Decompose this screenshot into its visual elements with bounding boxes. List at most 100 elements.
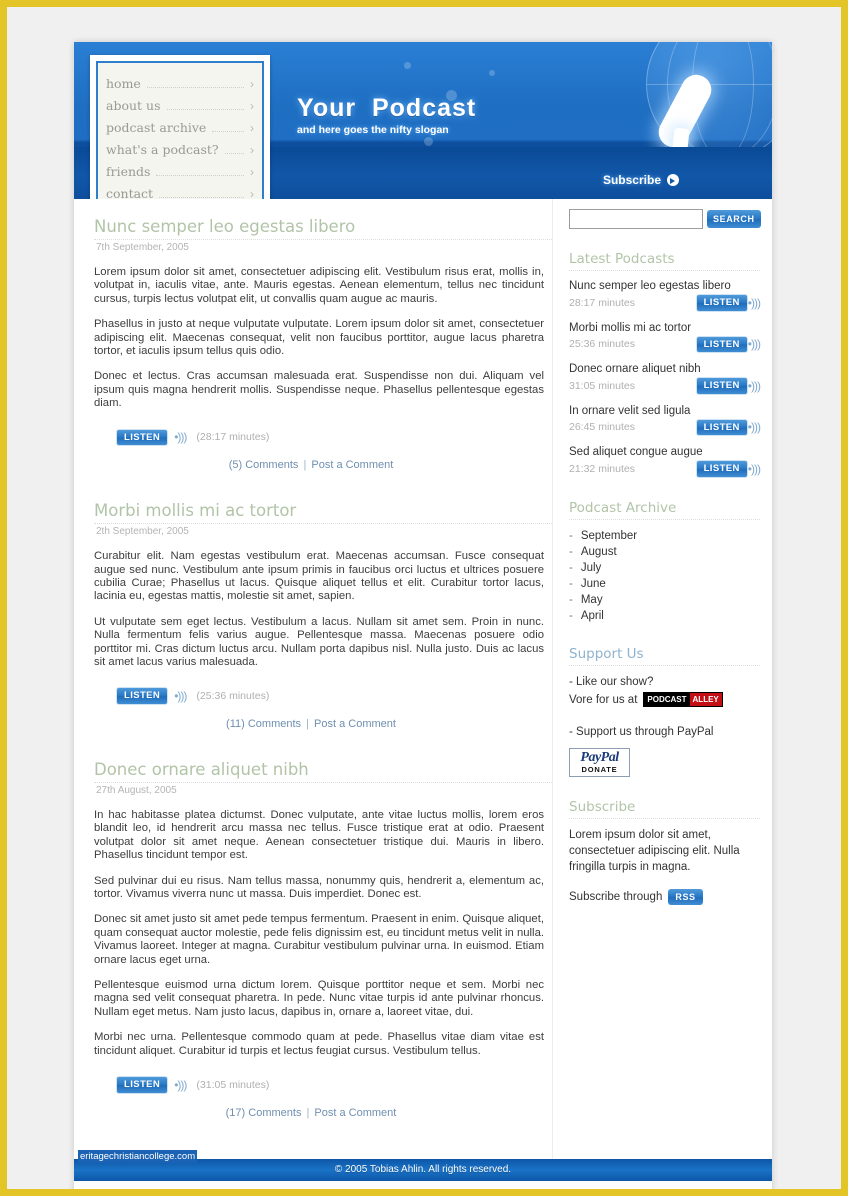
nav-label: contact — [106, 185, 154, 200]
listen-button[interactable]: LISTEN — [695, 294, 748, 312]
podcast-alley-badge-right: ALLEY — [689, 693, 722, 706]
latest-podcast-item: Nunc semper leo egestas libero 28:17 min… — [569, 279, 761, 312]
comments-count-link[interactable]: (11) Comments — [226, 718, 301, 730]
latest-podcast-title[interactable]: Morbi mollis mi ac tortor — [569, 321, 760, 335]
list-dash: - — [569, 593, 573, 606]
latest-podcast-duration: 31:05 minutes — [569, 379, 635, 392]
search-button[interactable]: SEARCH — [707, 210, 761, 228]
subscribe-header-link[interactable]: Subscribe — [603, 173, 679, 187]
search-form: SEARCH — [569, 209, 761, 229]
chevron-right-icon: › — [250, 120, 254, 135]
comments-separator: | — [300, 459, 310, 472]
audio-waves-icon: •))) — [174, 689, 187, 704]
subscribe-rss-row: Subscribe through RSS — [569, 888, 760, 905]
post-comment-link[interactable]: Post a Comment — [314, 1107, 396, 1119]
comments-row: (5) Comments | Post a Comment — [94, 459, 552, 471]
post-article: Donec ornare aliquet nibh 27th August, 2… — [94, 760, 552, 1119]
list-dash: - — [569, 561, 573, 574]
latest-podcast-title[interactable]: Nunc semper leo egestas libero — [569, 279, 760, 293]
audio-waves-icon: •))) — [174, 1077, 187, 1092]
archive-label: July — [580, 561, 602, 574]
nav-item-about-us[interactable]: about us › — [106, 94, 254, 116]
site-slogan: and here goes the nifty slogan — [297, 124, 449, 136]
site-header: Your Podcast and here goes the nifty slo… — [74, 42, 772, 199]
post-comment-link[interactable]: Post a Comment — [314, 718, 396, 730]
listen-button[interactable]: LISTEN — [695, 460, 748, 478]
podcast-archive-heading: Podcast Archive — [569, 500, 760, 520]
sidebar: SEARCH Latest Podcasts Nunc semper leo e… — [552, 199, 772, 1159]
listen-button[interactable]: LISTEN — [116, 1076, 169, 1094]
nav-item-contact[interactable]: contact › — [106, 182, 254, 200]
page-content: Nunc semper leo egestas libero 7th Septe… — [74, 199, 772, 1159]
chevron-right-icon: › — [250, 186, 254, 200]
latest-podcast-title[interactable]: Sed aliquet congue augue — [569, 445, 760, 459]
latest-podcast-title[interactable]: Donec ornare aliquet nibh — [569, 362, 760, 376]
post-comment-link[interactable]: Post a Comment — [311, 459, 393, 471]
support-line-vote: Vore for us at — [569, 693, 638, 706]
list-dash: - — [569, 577, 573, 590]
post-paragraph: Morbi nec urna. Pellentesque commodo qua… — [94, 1031, 544, 1057]
archive-item-april[interactable]: - April — [569, 608, 760, 624]
nav-label: about us — [106, 97, 161, 113]
nav-item-whats-a-podcast[interactable]: what's a podcast? › — [106, 138, 254, 160]
nav-item-home[interactable]: home › — [106, 72, 254, 94]
search-input[interactable] — [569, 209, 703, 229]
footer-spacer — [74, 1180, 772, 1195]
nav-leader-dots — [159, 196, 244, 198]
header-bokeh-dot — [424, 137, 433, 146]
post-paragraph: Ut vulputate sem eget lectus. Vestibulum… — [94, 615, 544, 668]
list-dash: - — [569, 609, 573, 622]
comments-count-link[interactable]: (17) Comments — [226, 1107, 302, 1119]
listen-button[interactable]: LISTEN — [695, 377, 748, 395]
nav-leader-dots — [224, 152, 244, 154]
listen-button[interactable]: LISTEN — [695, 418, 748, 436]
chevron-right-icon: › — [250, 164, 254, 179]
list-dash: - — [569, 545, 573, 558]
post-paragraph: Pellentesque euismod urna dictum lorem. … — [94, 978, 544, 1018]
support-line-paypal: - Support us through PayPal — [569, 725, 714, 738]
podcast-alley-badge[interactable]: PODCAST ALLEY — [643, 692, 723, 707]
main-navigation: home › about us › podcast archive › what… — [90, 55, 270, 199]
latest-podcast-meta: 31:05 minutes LISTEN •))) — [569, 377, 761, 395]
listen-row: LISTEN •))) (28:17 minutes) — [116, 428, 552, 447]
post-date: 2th September, 2005 — [96, 526, 189, 538]
rss-button[interactable]: RSS — [668, 888, 703, 905]
archive-item-august[interactable]: - August — [569, 544, 760, 560]
latest-podcast-item: Donec ornare aliquet nibh 31:05 minutes … — [569, 362, 761, 395]
support-line-like: - Like our show? — [569, 675, 654, 688]
latest-podcast-meta: 21:32 minutes LISTEN •))) — [569, 460, 761, 478]
post-title[interactable]: Donec ornare aliquet nibh — [94, 760, 552, 783]
site-title: Your Podcast — [297, 94, 477, 122]
archive-item-july[interactable]: - July — [569, 560, 760, 576]
latest-podcast-duration: 26:45 minutes — [569, 421, 635, 434]
nav-item-podcast-archive[interactable]: podcast archive › — [106, 116, 254, 138]
paypal-donate-button[interactable]: PayPal DONATE — [569, 747, 630, 777]
nav-label: friends — [106, 163, 151, 179]
nav-item-friends[interactable]: friends › — [106, 160, 254, 182]
archive-item-may[interactable]: - May — [569, 592, 760, 608]
post-paragraph: Donec sit amet justo sit amet pede tempu… — [94, 913, 544, 966]
listen-button[interactable]: LISTEN — [116, 428, 169, 447]
subscribe-description: Lorem ipsum dolor sit amet, consectetuer… — [569, 828, 740, 873]
post-title[interactable]: Morbi mollis mi ac tortor — [94, 501, 552, 525]
post-paragraph: Lorem ipsum dolor sit amet, consectetuer… — [94, 266, 544, 305]
play-arrow-icon — [667, 174, 679, 186]
archive-label: August — [580, 545, 617, 558]
audio-waves-icon: •))) — [747, 337, 761, 352]
latest-podcast-duration: 28:17 minutes — [569, 296, 635, 309]
audio-waves-icon: •))) — [747, 295, 761, 310]
post-title[interactable]: Nunc semper leo egestas libero — [94, 217, 552, 240]
listen-button[interactable]: LISTEN — [695, 335, 748, 353]
archive-label: April — [580, 609, 604, 622]
support-us-heading: Support Us — [569, 646, 760, 666]
archive-item-june[interactable]: - June — [569, 576, 760, 592]
audio-waves-icon: •))) — [747, 420, 761, 435]
paypal-donate-label: DONATE — [581, 764, 618, 774]
comments-count-link[interactable]: (5) Comments — [229, 459, 299, 471]
subscribe-through-label: Subscribe through — [569, 890, 663, 903]
post-date: 27th August, 2005 — [96, 784, 177, 796]
header-bokeh-dot — [404, 62, 411, 69]
latest-podcast-title[interactable]: In ornare velit sed ligula — [569, 404, 760, 418]
listen-button[interactable]: LISTEN — [116, 687, 169, 705]
archive-item-september[interactable]: - September — [569, 528, 760, 544]
